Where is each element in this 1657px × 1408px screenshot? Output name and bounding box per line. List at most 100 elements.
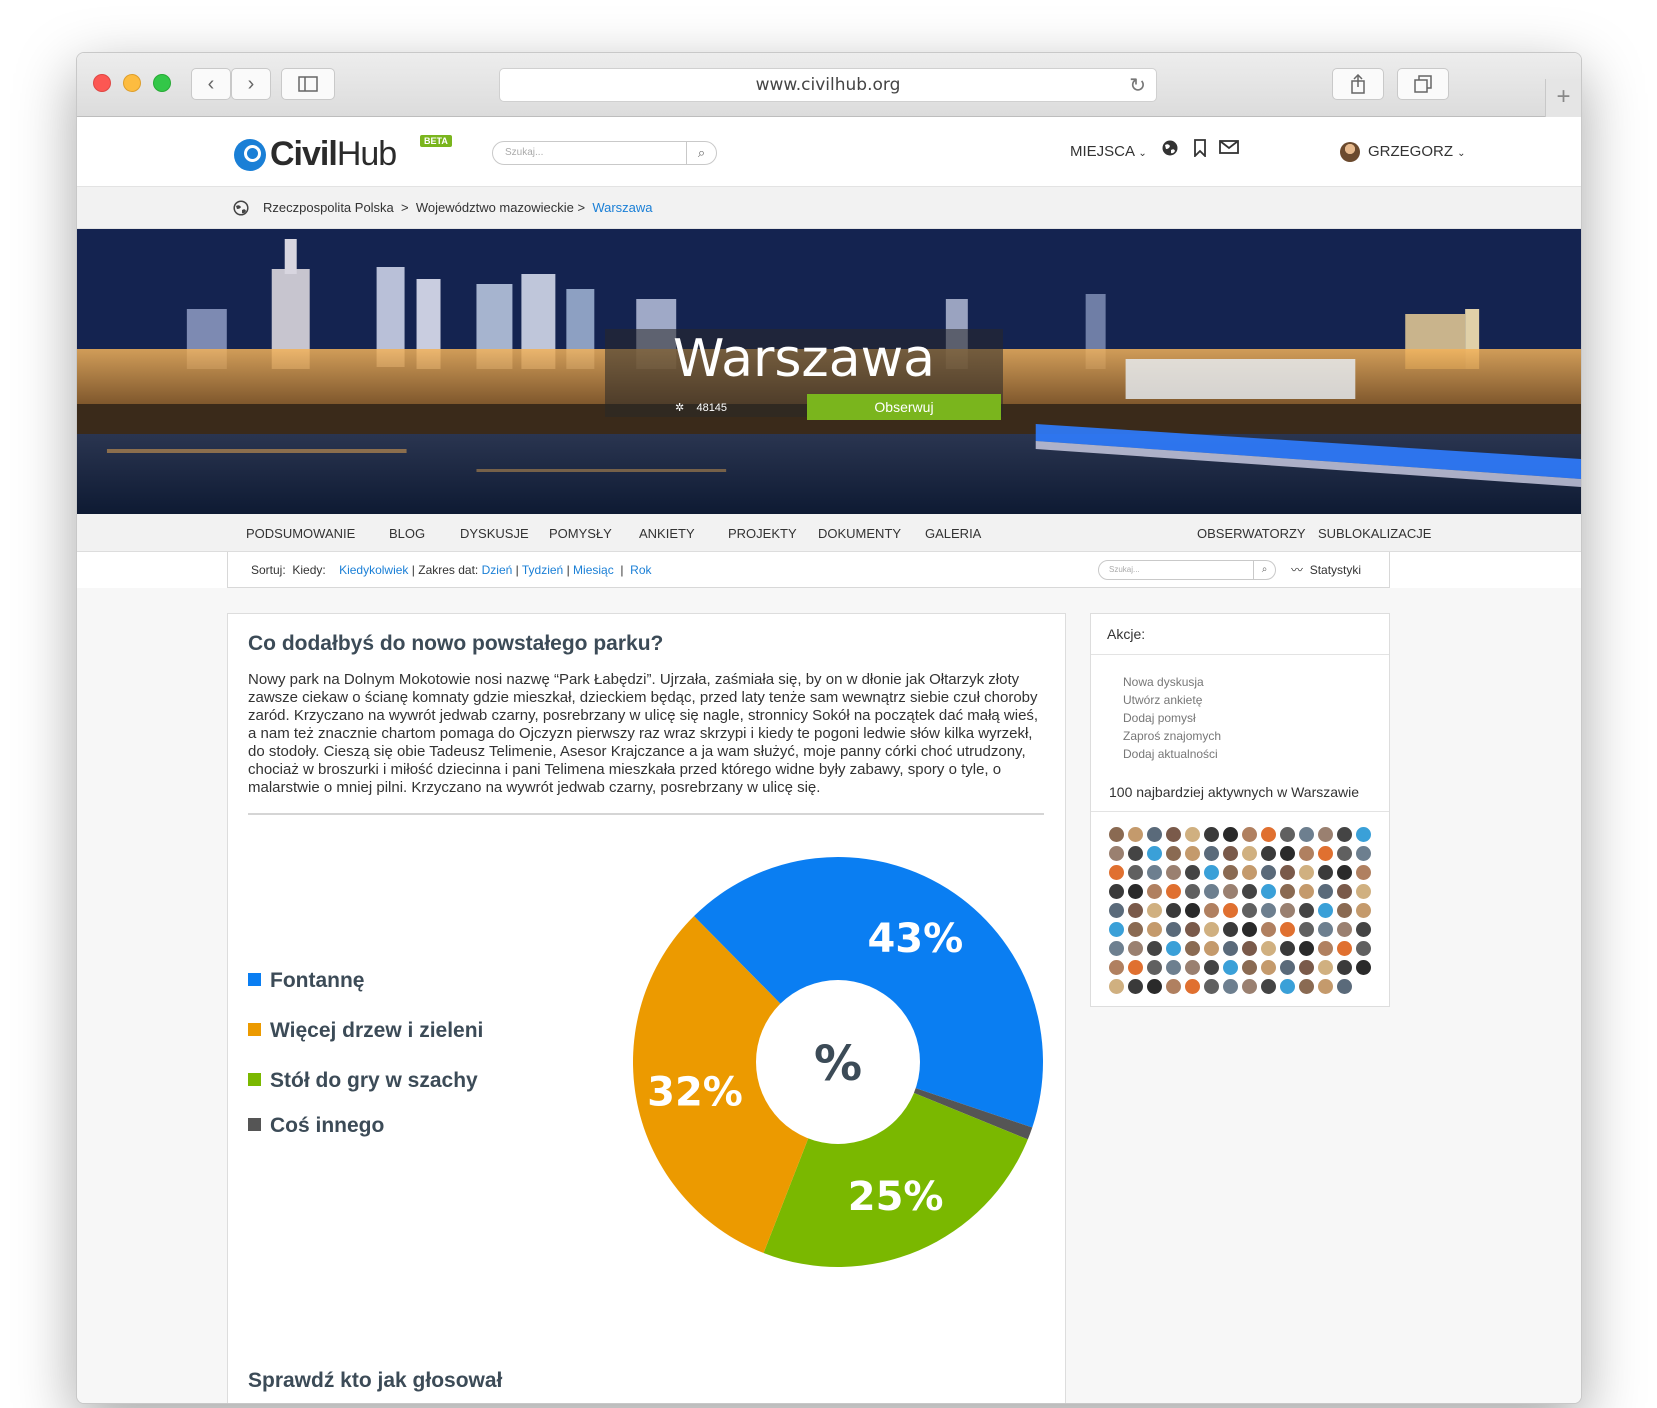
user-avatar[interactable] [1147,884,1162,899]
user-avatar[interactable] [1261,903,1276,918]
user-avatar[interactable] [1280,846,1295,861]
minimize-window-button[interactable] [123,74,141,92]
user-avatar[interactable] [1299,884,1314,899]
legend-item[interactable]: Stół do gry w szachy [248,1069,478,1093]
user-avatar[interactable] [1261,865,1276,880]
user-avatar[interactable] [1128,922,1143,937]
user-avatar[interactable] [1356,865,1371,880]
user-avatar[interactable] [1280,941,1295,956]
user-avatar[interactable] [1280,884,1295,899]
action-invite-friends[interactable]: Zaproś znajomych [1123,727,1221,745]
new-tab-button[interactable]: + [1545,79,1581,117]
user-avatar[interactable] [1261,979,1276,994]
user-avatar[interactable] [1204,922,1219,937]
user-avatar[interactable] [1185,979,1200,994]
user-avatar[interactable] [1356,941,1371,956]
user-avatar[interactable] [1337,884,1352,899]
user-avatar[interactable] [1147,865,1162,880]
user-avatar[interactable] [1109,979,1124,994]
user-avatar[interactable] [1318,865,1333,880]
user-avatar[interactable] [1280,922,1295,937]
user-avatar[interactable] [1204,903,1219,918]
user-avatar[interactable] [1109,941,1124,956]
logo[interactable]: CivilHub BETA [234,135,452,174]
user-avatar[interactable] [1109,827,1124,842]
user-avatar[interactable] [1223,941,1238,956]
user-avatar[interactable] [1128,827,1143,842]
user-avatar[interactable] [1356,903,1371,918]
user-avatar[interactable] [1299,979,1314,994]
user-avatar[interactable] [1204,941,1219,956]
tabs-overview-button[interactable] [1397,68,1449,100]
user-avatar[interactable] [1242,903,1257,918]
user-avatar[interactable] [1337,979,1352,994]
user-avatar[interactable] [1223,865,1238,880]
share-button[interactable] [1332,68,1384,100]
user-avatar[interactable] [1261,884,1276,899]
action-add-news[interactable]: Dodaj aktualności [1123,745,1221,763]
user-avatar[interactable] [1185,960,1200,975]
user-avatar[interactable] [1337,865,1352,880]
user-avatar[interactable] [1280,827,1295,842]
user-avatar[interactable] [1223,846,1238,861]
user-avatar[interactable] [1299,865,1314,880]
user-avatar[interactable] [1242,941,1257,956]
user-avatar[interactable] [1242,827,1257,842]
search-icon[interactable]: ⌕ [686,142,716,164]
user-menu[interactable]: GRZEGORZ ⌄ [1368,143,1466,160]
votes-heading[interactable]: Sprawdź kto jak głosował [248,1369,502,1393]
maximize-window-button[interactable] [153,74,171,92]
filter-anytime[interactable]: Kiedykolwiek [339,563,408,577]
content-search-input[interactable]: Szukaj... ⌕ [1098,560,1276,580]
tab-discussions[interactable]: DYSKUSJE [460,526,529,541]
user-avatar[interactable] [1147,903,1162,918]
back-button[interactable]: ‹ [191,68,231,100]
user-avatar[interactable] [1204,846,1219,861]
user-avatar[interactable] [1223,979,1238,994]
filter-week[interactable]: Tydzień [522,563,563,577]
user-avatar[interactable] [1261,941,1276,956]
user-avatar[interactable] [1128,903,1143,918]
user-avatar[interactable] [1128,941,1143,956]
tab-polls[interactable]: ANKIETY [639,526,695,541]
user-avatar[interactable] [1223,884,1238,899]
user-avatar[interactable] [1340,142,1360,162]
legend-item[interactable]: Coś innego [248,1114,384,1138]
user-avatar[interactable] [1337,903,1352,918]
user-avatar[interactable] [1280,979,1295,994]
user-avatar[interactable] [1242,979,1257,994]
follow-button[interactable]: Obserwuj [807,394,1001,420]
user-avatar[interactable] [1204,979,1219,994]
user-avatar[interactable] [1109,960,1124,975]
user-avatar[interactable] [1318,884,1333,899]
user-avatar[interactable] [1299,827,1314,842]
tab-observers[interactable]: OBSERWATORZY [1197,526,1306,541]
legend-item[interactable]: Fontannę [248,969,365,993]
tab-documents[interactable]: DOKUMENTY [818,526,901,541]
user-avatar[interactable] [1128,979,1143,994]
tab-gallery[interactable]: GALERIA [925,526,981,541]
user-avatar[interactable] [1109,884,1124,899]
user-avatar[interactable] [1337,922,1352,937]
reload-icon[interactable]: ↻ [1129,69,1146,101]
user-avatar[interactable] [1223,903,1238,918]
user-avatar[interactable] [1185,903,1200,918]
user-avatar[interactable] [1185,865,1200,880]
user-avatar[interactable] [1109,922,1124,937]
user-avatar[interactable] [1337,827,1352,842]
user-avatar[interactable] [1356,960,1371,975]
action-create-poll[interactable]: Utwórz ankietę [1123,691,1221,709]
user-avatar[interactable] [1242,865,1257,880]
user-avatar[interactable] [1147,846,1162,861]
user-avatar[interactable] [1204,865,1219,880]
search-icon[interactable]: ⌕ [1253,561,1275,579]
user-avatar[interactable] [1147,827,1162,842]
filter-year[interactable]: Rok [630,563,651,577]
user-avatar[interactable] [1166,941,1181,956]
user-avatar[interactable] [1128,884,1143,899]
user-avatar[interactable] [1261,960,1276,975]
user-avatar[interactable] [1128,960,1143,975]
address-bar[interactable]: www.civilhub.org ↻ [499,68,1157,102]
sidebar-toggle-button[interactable] [281,68,335,100]
user-avatar[interactable] [1318,960,1333,975]
